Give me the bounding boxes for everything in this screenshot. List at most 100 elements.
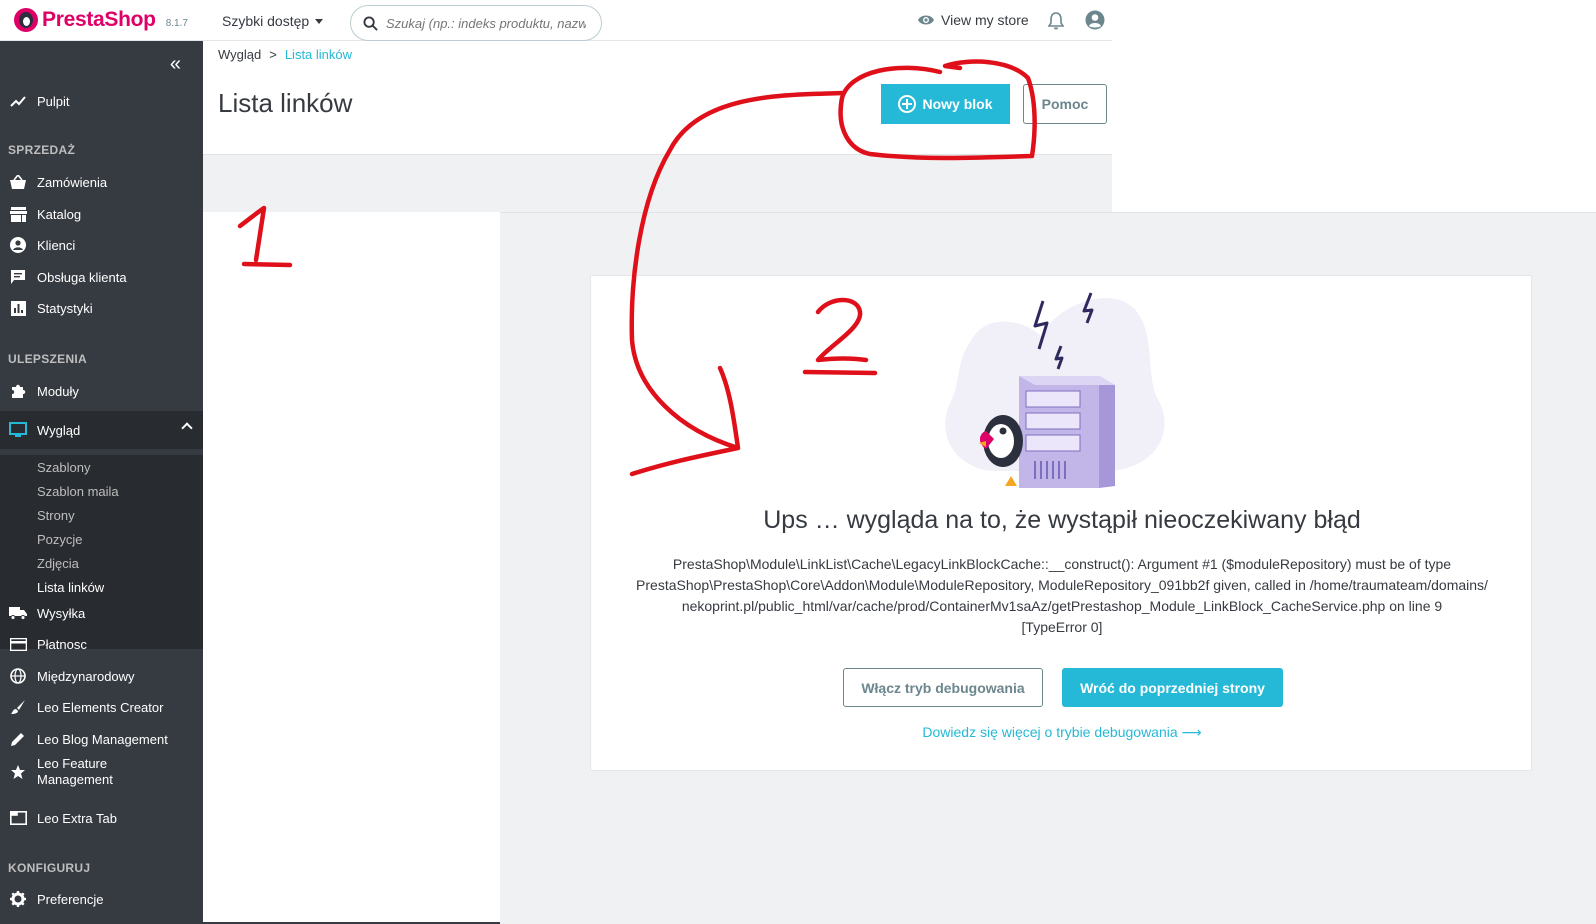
error-code: [TypeError 0] [1021,619,1103,635]
search-box[interactable] [350,5,602,41]
error-message-line: PrestaShop\Module\LinkList\Cache\LegacyL… [672,556,1452,572]
sidebar-item-customers[interactable]: Klienci [0,230,203,260]
prestashop-logo-icon [14,8,38,32]
sidebar-item-label: Leo Blog Management [37,731,168,747]
store-icon [9,205,27,223]
leo-feature-line-2: Management [37,772,113,787]
enable-debug-button[interactable]: Włącz tryb debugowania [843,668,1043,707]
submenu-item-email-theme[interactable]: Szablon maila [37,484,119,499]
sidebar-item-stats[interactable]: Statystyki [0,293,203,323]
error-message-line: nekoprint.pl/public_html/var/cache/prod/… [681,598,1443,614]
sidebar-item-label: Wysyłka [37,605,86,621]
submenu-item-pages[interactable]: Strony [37,508,75,523]
search-icon [363,15,378,31]
breadcrumb-separator: > [269,47,277,62]
view-store-link[interactable]: View my store [917,12,1029,28]
submenu-item-positions[interactable]: Pozycje [37,532,83,547]
sidebar-item-label: Moduły [37,383,79,399]
section-config: KONFIGURUJ [8,861,91,875]
tab-icon [9,809,27,827]
sidebar-item-leo-elements[interactable]: Leo Elements Creator [0,692,203,722]
breadcrumb-current[interactable]: Lista linków [285,47,352,62]
sidebar-item-preferences[interactable]: Preferencje [0,884,203,914]
puzzle-icon [9,382,27,400]
collapse-sidebar-icon[interactable]: « [170,53,181,76]
sidebar-item-dashboard[interactable]: Pulpit [0,86,203,116]
sidebar-item-international[interactable]: Międzynarodowy [0,661,203,691]
sidebar-item-label: Zamówienia [37,174,108,190]
sidebar-item-shipping[interactable]: Wysyłka [0,598,203,628]
sidebar-item-leo-blog[interactable]: Leo Blog Management [0,724,203,754]
credit-card-icon [9,635,27,653]
sidebar-item-catalog[interactable]: Katalog [0,199,203,229]
sidebar-item-label: Statystyki [37,300,93,316]
section-improve: ULEPSZENIA [8,352,88,366]
brush-icon [9,698,27,716]
breadcrumb-parent[interactable]: Wygląd [218,47,261,62]
learn-more-debug-link[interactable]: Dowiedz się więcej o trybie debugowania … [591,724,1533,741]
submenu-item-themes[interactable]: Szablony [37,460,90,475]
chat-icon [9,268,27,286]
monitor-icon [9,421,27,439]
error-card: Ups … wygląda na to, że wystąpił nieocze… [590,275,1532,771]
page-title: Lista linków [218,88,353,118]
gear-icon [9,890,27,908]
sidebar-item-label: Płatnosc [37,636,87,652]
sidebar-item-orders[interactable]: Zamówienia [0,167,203,197]
sidebar-item-payment[interactable]: Płatnosc [0,629,203,659]
view-store-label: View my store [941,12,1029,28]
leo-feature-line-1: Leo Feature [37,756,108,771]
logo-text: PrestaShop [42,8,156,31]
sidebar-item-customer-service[interactable]: Obsługa klienta [0,262,203,292]
eye-icon [918,15,934,25]
bar-chart-icon [9,299,27,317]
truck-icon [9,604,27,622]
new-block-button[interactable]: Nowy blok [881,84,1010,124]
content-background-top [203,154,1112,212]
trending-up-icon [9,92,27,110]
error-title: Ups … wygląda na to, że wystąpił nieocze… [763,506,1361,534]
divider [500,212,1596,213]
section-sales: SPRZEDAŻ [8,143,76,157]
error-message: PrestaShop\Module\LinkList\Cache\LegacyL… [601,554,1523,638]
sidebar-item-label: Obsługa klienta [37,269,127,285]
error-message-line: PrestaShop\PrestaShop\Core\Addon\Module\… [636,577,1488,593]
content-blank-area [203,212,500,924]
sidebar-item-leo-feature[interactable]: Leo Feature Management [0,755,203,789]
bell-icon[interactable] [1048,12,1064,30]
submenu-item-link-list[interactable]: Lista linków [37,580,104,595]
server-error-illustration [945,292,1165,488]
sidebar-item-design-row[interactable]: Wygląd [0,415,203,445]
sidebar-item-label: Leo Feature Management [37,756,113,788]
star-icon [9,763,27,781]
sidebar-item-leo-extra-tab[interactable]: Leo Extra Tab [0,803,203,833]
version-label: 8.1.7 [165,17,188,29]
caret-down-icon [315,18,324,24]
sidebar-item-modules[interactable]: Moduły [0,376,203,406]
pencil-icon [9,730,27,748]
prestashop-logo[interactable]: PrestaShop 8.1.7 [14,8,188,32]
sidebar-item-label: Leo Extra Tab [37,810,117,826]
sidebar: « Pulpit SPRZEDAŻ Zamówienia Katalog Kli… [0,41,203,924]
new-block-label: Nowy blok [922,96,993,112]
sidebar-item-label: Leo Elements Creator [37,699,164,715]
quick-access-label: Szybki dostęp [222,13,310,29]
sidebar-item-label: Międzynarodowy [37,668,135,684]
sidebar-item-label: Preferencje [37,891,104,907]
basket-icon [9,173,27,191]
sidebar-item-label: Pulpit [37,93,70,109]
user-avatar-icon[interactable] [1085,10,1105,30]
globe-icon [9,667,27,685]
add-circle-icon [898,95,917,113]
sidebar-item-label: Wygląd [37,422,81,438]
account-circle-icon [9,236,27,254]
sidebar-item-label: Katalog [37,206,82,222]
search-input[interactable] [386,15,586,31]
go-back-button[interactable]: Wróć do poprzedniej strony [1062,668,1283,707]
top-header: PrestaShop 8.1.7 Szybki dostęp View my s… [0,0,1112,41]
help-button[interactable]: Pomoc [1023,84,1107,124]
quick-access-dropdown[interactable]: Szybki dostęp [222,13,324,29]
sidebar-item-label: Klienci [37,237,76,253]
sidebar-item-design[interactable]: Wygląd [0,411,203,449]
submenu-item-images[interactable]: Zdjęcia [37,556,79,571]
